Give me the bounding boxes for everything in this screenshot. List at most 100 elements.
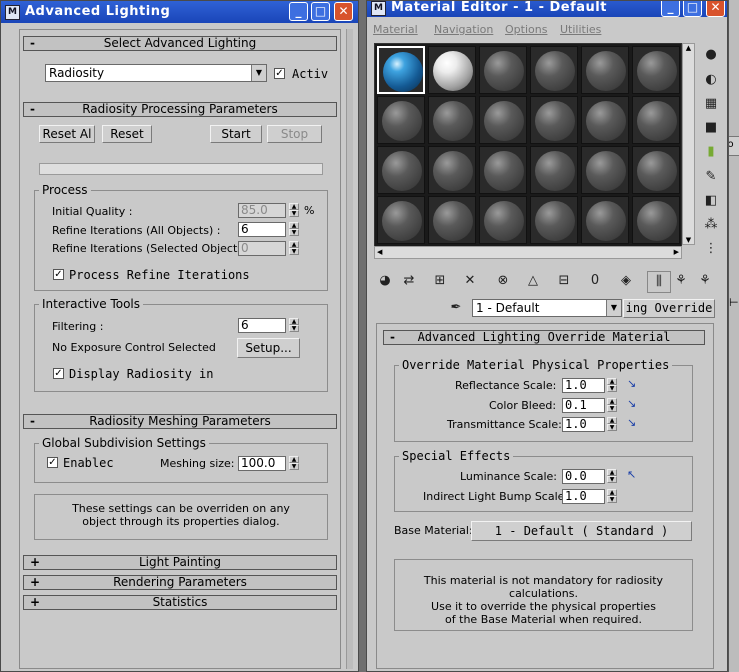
indirect-bump-input[interactable]: 1.0 bbox=[562, 489, 605, 504]
meshing-size-input[interactable]: 100.0 bbox=[238, 456, 286, 471]
copy-material-icon[interactable]: ⊗ bbox=[492, 271, 514, 291]
sample-slot-8[interactable] bbox=[428, 96, 476, 144]
maximize-button[interactable]: □ bbox=[311, 2, 330, 21]
sample-slot-10[interactable] bbox=[530, 96, 578, 144]
refine-selected-spinner[interactable]: ▲ ▼ bbox=[289, 241, 299, 256]
base-material-button[interactable]: 1 - Default ( Standard ) bbox=[471, 521, 692, 541]
sample-slot-16[interactable] bbox=[530, 146, 578, 194]
options-icon[interactable]: ◧ bbox=[700, 191, 722, 211]
rollout-select-advanced-lighting[interactable]: - Select Advanced Lighting bbox=[23, 36, 337, 51]
scroll-up-icon[interactable]: ▲ bbox=[683, 44, 694, 52]
sample-slot-1[interactable] bbox=[377, 46, 425, 94]
filtering-spinner[interactable]: ▲ ▼ bbox=[289, 318, 299, 333]
reset-map-icon[interactable]: ✕ bbox=[459, 271, 481, 291]
menu-options[interactable]: Options bbox=[505, 23, 547, 36]
minimize-button[interactable]: _ bbox=[289, 2, 308, 21]
material-navigator-icon[interactable]: ⋮ bbox=[700, 239, 722, 259]
rollout-radiosity-meshing[interactable]: - Radiosity Meshing Parameters bbox=[23, 414, 337, 429]
color-check-icon[interactable]: ▮ bbox=[700, 142, 722, 162]
sample-slot-18[interactable] bbox=[632, 146, 680, 194]
sample-slot-19[interactable] bbox=[377, 196, 425, 244]
initial-quality-spinner[interactable]: ▲ ▼ bbox=[289, 203, 299, 218]
reflectance-input[interactable]: 1.0 bbox=[562, 378, 605, 393]
transmittance-sync-icon[interactable]: ↘ bbox=[627, 416, 636, 429]
minimize-button[interactable]: _ bbox=[661, 1, 680, 17]
luminance-spinner[interactable]: ▲ ▼ bbox=[607, 469, 617, 484]
material-name-dropdown[interactable]: 1 - Default ▼ bbox=[472, 299, 622, 317]
sample-slot-12[interactable] bbox=[632, 96, 680, 144]
maximize-button[interactable]: □ bbox=[683, 1, 702, 17]
sample-slot-21[interactable] bbox=[479, 196, 527, 244]
sample-slot-5[interactable] bbox=[581, 46, 629, 94]
menu-navigation[interactable]: Navigation bbox=[434, 23, 493, 36]
sample-slot-22[interactable] bbox=[530, 196, 578, 244]
color-bleed-sync-icon[interactable]: ↘ bbox=[627, 397, 636, 410]
start-button[interactable]: Start bbox=[210, 125, 262, 143]
rollout-light-painting[interactable]: + Light Painting bbox=[23, 555, 337, 570]
background-checker-icon[interactable]: ▦ bbox=[700, 94, 722, 114]
make-unique-icon[interactable]: △ bbox=[522, 271, 544, 291]
sample-slot-13[interactable] bbox=[377, 146, 425, 194]
go-to-parent-icon[interactable]: ⚘ bbox=[670, 271, 692, 291]
setup-button[interactable]: Setup... bbox=[237, 338, 300, 358]
rollout-rendering-parameters[interactable]: + Rendering Parameters bbox=[23, 575, 337, 590]
enabled-checkbox[interactable]: ✓ bbox=[47, 457, 58, 468]
refine-all-spinner[interactable]: ▲ ▼ bbox=[289, 222, 299, 237]
show-end-result-icon[interactable]: ⫼ bbox=[647, 271, 671, 293]
scrollbar[interactable] bbox=[346, 29, 353, 669]
refine-all-input[interactable]: 6 bbox=[238, 222, 286, 237]
sample-slot-4[interactable] bbox=[530, 46, 578, 94]
indirect-bump-spinner[interactable]: ▲ ▼ bbox=[607, 489, 617, 504]
material-effects-channel-icon[interactable]: 0 bbox=[584, 271, 606, 291]
sample-slot-3[interactable] bbox=[479, 46, 527, 94]
material-type-button[interactable]: ing Override bbox=[623, 299, 715, 318]
sample-slot-17[interactable] bbox=[581, 146, 629, 194]
pick-material-icon[interactable]: ✒ bbox=[445, 298, 467, 318]
sample-slot-24[interactable] bbox=[632, 196, 680, 244]
transmittance-input[interactable]: 1.0 bbox=[562, 417, 605, 432]
sample-slot-6[interactable] bbox=[632, 46, 680, 94]
rollout-statistics[interactable]: + Statistics bbox=[23, 595, 337, 610]
filtering-input[interactable]: 6 bbox=[238, 318, 286, 333]
slots-horizontal-scrollbar[interactable]: ◀ ▶ bbox=[374, 246, 682, 259]
get-material-icon[interactable]: ◕ bbox=[374, 271, 396, 291]
sample-slot-11[interactable] bbox=[581, 96, 629, 144]
sample-slot-20[interactable] bbox=[428, 196, 476, 244]
slots-vertical-scrollbar[interactable]: ▲ ▼ bbox=[682, 43, 695, 245]
rollout-radiosity-processing[interactable]: - Radiosity Processing Parameters bbox=[23, 102, 337, 117]
sample-slot-14[interactable] bbox=[428, 146, 476, 194]
initial-quality-input[interactable]: 85.0 bbox=[238, 203, 286, 218]
transmittance-spinner[interactable]: ▲ ▼ bbox=[607, 417, 617, 432]
menu-material[interactable]: Material bbox=[373, 23, 418, 36]
put-to-library-icon[interactable]: ⊟ bbox=[553, 271, 575, 291]
title-bar[interactable]: M Advanced Lighting _ □ ✕ bbox=[1, 1, 358, 23]
close-button[interactable]: ✕ bbox=[334, 2, 353, 21]
color-bleed-spinner[interactable]: ▲ ▼ bbox=[607, 398, 617, 413]
title-bar[interactable]: M Material Editor - 1 - Default _ □ ✕ bbox=[367, 1, 727, 17]
stop-button[interactable]: Stop bbox=[267, 125, 322, 143]
menu-utilities[interactable]: Utilities bbox=[560, 23, 601, 36]
active-checkbox[interactable]: ✓ bbox=[274, 68, 285, 79]
background-tool[interactable]: ⊢ bbox=[729, 296, 739, 309]
luminance-input[interactable]: 0.0 bbox=[562, 469, 605, 484]
select-by-material-icon[interactable]: ⁂ bbox=[700, 215, 722, 235]
scroll-right-icon[interactable]: ▶ bbox=[674, 247, 679, 258]
rollout-advanced-lighting-override[interactable]: - Advanced Lighting Override Material bbox=[383, 330, 705, 345]
uv-tiling-icon[interactable]: ■ bbox=[700, 118, 722, 138]
color-bleed-input[interactable]: 0.1 bbox=[562, 398, 605, 413]
reflectance-spinner[interactable]: ▲ ▼ bbox=[607, 378, 617, 393]
background-button[interactable]: fo bbox=[729, 136, 739, 156]
sample-type-icon[interactable]: ● bbox=[700, 45, 722, 65]
luminance-sync-icon[interactable]: ↖ bbox=[627, 468, 636, 481]
process-refine-checkbox[interactable]: ✓ bbox=[53, 269, 64, 280]
go-forward-sibling-icon[interactable]: ⚘ bbox=[694, 271, 716, 291]
reset-all-button[interactable]: Reset Al bbox=[39, 125, 95, 143]
display-radiosity-checkbox[interactable]: ✓ bbox=[53, 368, 64, 379]
backlight-icon[interactable]: ◐ bbox=[700, 70, 722, 90]
reflectance-sync-icon[interactable]: ↘ bbox=[627, 377, 636, 390]
assign-to-selection-icon[interactable]: ⊞ bbox=[429, 271, 451, 291]
scroll-left-icon[interactable]: ◀ bbox=[377, 247, 382, 258]
refine-selected-input[interactable]: 0 bbox=[238, 241, 286, 256]
meshing-size-spinner[interactable]: ▲ ▼ bbox=[289, 456, 299, 471]
sample-slot-9[interactable] bbox=[479, 96, 527, 144]
